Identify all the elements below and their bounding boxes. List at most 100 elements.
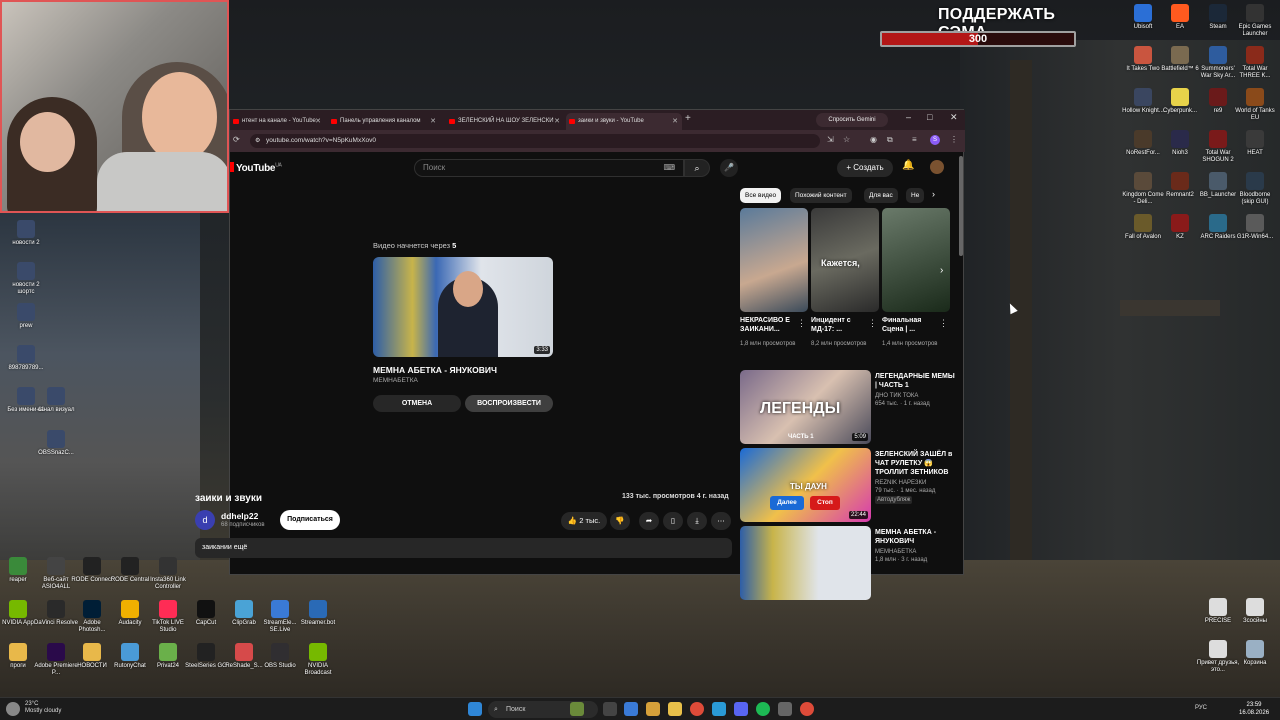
short-thumbnail[interactable]: Кажется, bbox=[811, 208, 879, 312]
share-icon[interactable]: ➦ bbox=[639, 512, 659, 530]
autoplay-next-button[interactable]: Далее bbox=[770, 496, 804, 510]
save-icon[interactable]: ▯ bbox=[663, 512, 683, 530]
chip-more[interactable]: Не bbox=[906, 188, 925, 203]
video-channel[interactable]: REZNIK НАРЕЗКИ bbox=[875, 479, 955, 487]
search-input[interactable]: Поиск ⌨ bbox=[414, 159, 684, 177]
reload-icon[interactable]: ⟳ bbox=[233, 135, 240, 144]
video-thumbnail[interactable]: ТЫ ДАУН Далее Стоп 22:44 bbox=[740, 448, 871, 522]
spotify-icon[interactable] bbox=[756, 702, 770, 716]
telegram-icon[interactable] bbox=[712, 702, 726, 716]
file-explorer-icon[interactable] bbox=[668, 702, 682, 716]
video-channel[interactable]: ДНО ТИК ТОКА bbox=[875, 392, 955, 400]
download-icon[interactable]: ⤓ bbox=[687, 512, 707, 530]
ask-gemini-button[interactable]: Спросить Gemini bbox=[816, 113, 888, 127]
voice-search-icon[interactable]: 🎤 bbox=[720, 159, 738, 177]
page-scrollbar[interactable] bbox=[959, 156, 963, 256]
desktop-icon[interactable]: OBSSnazC... bbox=[34, 430, 78, 457]
short-thumbnail[interactable] bbox=[882, 208, 950, 312]
account-avatar[interactable] bbox=[930, 160, 944, 174]
desktop-icon[interactable]: новости 2 bbox=[4, 220, 48, 247]
tab-channel-content[interactable]: нтент на канале - YouTube ✕ bbox=[230, 113, 325, 130]
address-bar[interactable]: ⚙ youtube.com/watch?v=N5pKuMxXov0 bbox=[250, 134, 820, 148]
clock[interactable]: 23:59 16.08.2026 bbox=[1239, 701, 1269, 717]
desktop-icon[interactable]: Epic Games Launcher bbox=[1233, 4, 1277, 38]
more-icon[interactable]: ⋮ bbox=[939, 318, 948, 329]
extension-icon[interactable]: ◉ bbox=[870, 135, 877, 144]
desktop-icon[interactable]: HEAT bbox=[1233, 130, 1277, 157]
notifications-bell-icon[interactable]: 🔔 bbox=[902, 160, 914, 171]
desktop-icon[interactable]: G1R-Win64... bbox=[1233, 214, 1277, 241]
video-title[interactable]: ЛЕГЕНДАРНЫЕ МЕМЫ | ЧАСТЬ 1 bbox=[875, 372, 955, 390]
tab-zelensky-show[interactable]: ЗЕЛЕНСКИЙ НА ШОУ ЗЕЛЕНСКИ ✕ bbox=[446, 113, 564, 130]
chips-next-icon[interactable]: › bbox=[932, 189, 935, 199]
channel-avatar[interactable]: d bbox=[195, 510, 215, 530]
autoplay-stop-button[interactable]: Стоп bbox=[810, 496, 840, 510]
recommended-video[interactable]: ЛЕГЕНДЫ ЧАСТЬ 1 5:09 ЛЕГЕНДАРНЫЕ МЕМЫ | ЧАС… bbox=[740, 370, 960, 446]
media-control-icon[interactable]: ≡ bbox=[912, 135, 917, 144]
desktop-icon[interactable]: prew bbox=[4, 303, 48, 330]
chrome-icon[interactable] bbox=[690, 702, 704, 716]
next-video-thumbnail[interactable]: 3:33 bbox=[373, 257, 553, 357]
desktop-icon[interactable]: 898789789... bbox=[4, 345, 48, 372]
video-thumbnail[interactable]: ЛЕГЕНДЫ ЧАСТЬ 1 5:09 bbox=[740, 370, 871, 444]
short-card[interactable]: Кажется, Инцидент с МД-17: ... 8,2 млн про… bbox=[811, 208, 879, 368]
short-card[interactable]: НЕКРАСИВО Е ЗАИКАНИ... 1,8 млн просмотров… bbox=[740, 208, 808, 368]
recommended-video[interactable]: ТЫ ДАУН Далее Стоп 22:44 ЗЕЛЕНСКИЙ ЗАШЁЛ в Ч… bbox=[740, 448, 960, 524]
channel-name[interactable]: ddhelp22 bbox=[221, 511, 258, 521]
tab-channel-dashboard[interactable]: Панель управления каналом ✕ bbox=[328, 113, 440, 130]
bookmark-star-icon[interactable]: ☆ bbox=[843, 135, 850, 144]
desktop-icon[interactable]: World of Tanks EU bbox=[1233, 88, 1277, 122]
create-button[interactable]: + Создать bbox=[837, 159, 893, 177]
close-window-button[interactable]: ✕ bbox=[950, 112, 958, 123]
minimize-button[interactable]: – bbox=[906, 112, 911, 122]
recommended-video[interactable]: МЕМНА АБЕТКА - ЯНУКОВИЧ МЕМНАБЕТКА 1,8 млн… bbox=[740, 526, 960, 602]
maximize-button[interactable]: □ bbox=[927, 112, 932, 122]
short-card[interactable]: Финальная Сцена | ... 1,4 млн просмотров ⋮ bbox=[882, 208, 950, 368]
start-icon[interactable] bbox=[468, 702, 482, 716]
description-box[interactable]: заикании ещё bbox=[195, 538, 732, 558]
video-thumbnail[interactable] bbox=[740, 526, 871, 600]
video-channel[interactable]: МЕМНАБЕТКА bbox=[875, 548, 955, 556]
desktop-icon[interactable]: NVIDIA Broadcast bbox=[296, 643, 340, 677]
taskbar-app-icon[interactable] bbox=[646, 702, 660, 716]
chip-for-you[interactable]: Для вас bbox=[864, 188, 898, 203]
subscribe-button[interactable]: Подписаться bbox=[280, 510, 340, 530]
desktop-icon[interactable]: Зсосйны bbox=[1233, 598, 1277, 625]
taskbar-app-icon[interactable] bbox=[778, 702, 792, 716]
short-title[interactable]: Инцидент с МД-17: ... bbox=[811, 316, 869, 334]
desktop-icon[interactable]: Streamer.bot bbox=[296, 600, 340, 627]
more-icon[interactable]: ⋮ bbox=[868, 318, 877, 329]
chrome-active-icon[interactable] bbox=[800, 702, 814, 716]
discord-icon[interactable] bbox=[734, 702, 748, 716]
desktop-icon[interactable]: Insta360 Link Controller bbox=[146, 557, 190, 591]
weather-widget[interactable]: 23°C Mostly cloudy bbox=[25, 701, 61, 715]
task-view-icon[interactable] bbox=[603, 702, 617, 716]
short-thumbnail[interactable] bbox=[740, 208, 808, 312]
chip-all[interactable]: Все видео bbox=[740, 188, 782, 203]
chip-related[interactable]: Похожий контент bbox=[790, 188, 852, 203]
next-video-title[interactable]: МЕМНА АБЕТКА - ЯНУКОВИЧ bbox=[373, 365, 497, 375]
language-indicator[interactable]: РУС bbox=[1195, 705, 1207, 711]
search-button[interactable]: ⌕ bbox=[684, 159, 710, 177]
more-icon[interactable]: ⋮ bbox=[797, 318, 806, 329]
more-actions-icon[interactable]: ⋯ bbox=[711, 512, 731, 530]
video-title[interactable]: МЕМНА АБЕТКА - ЯНУКОВИЧ bbox=[875, 528, 955, 546]
cancel-autoplay-button[interactable]: ОТМЕНА bbox=[373, 395, 461, 412]
short-title[interactable]: НЕКРАСИВО Е ЗАИКАНИ... bbox=[740, 316, 798, 334]
weather-icon[interactable] bbox=[6, 702, 20, 716]
dislike-button[interactable]: 👎 bbox=[610, 512, 630, 530]
video-title[interactable]: ЗЕЛЕНСКИЙ ЗАШЁЛ в ЧАТ РУЛЕТКУ 😱 ТРОЛЛИТ … bbox=[875, 450, 955, 477]
tab-current-video[interactable]: заики и звуки - YouTube ✕ bbox=[566, 113, 682, 130]
desktop-icon[interactable]: Корзина bbox=[1233, 640, 1277, 667]
browser-menu-icon[interactable]: ⋮ bbox=[950, 135, 958, 144]
youtube-logo[interactable]: YouTubeUA bbox=[230, 162, 282, 174]
new-tab-button[interactable]: + bbox=[685, 113, 691, 124]
install-icon[interactable]: ⇲ bbox=[827, 135, 834, 144]
desktop-icon[interactable]: канал визуал bbox=[34, 387, 78, 414]
short-title[interactable]: Финальная Сцена | ... bbox=[882, 316, 940, 334]
taskbar-widget-icon[interactable] bbox=[570, 702, 584, 716]
video-player[interactable]: Видео начнется через 5 3:33 МЕМНА АБЕТКА… bbox=[230, 185, 733, 485]
taskbar-app-icon[interactable] bbox=[624, 702, 638, 716]
extensions-puzzle-icon[interactable]: ⧉ bbox=[887, 135, 893, 145]
profile-avatar[interactable]: S bbox=[930, 135, 940, 145]
